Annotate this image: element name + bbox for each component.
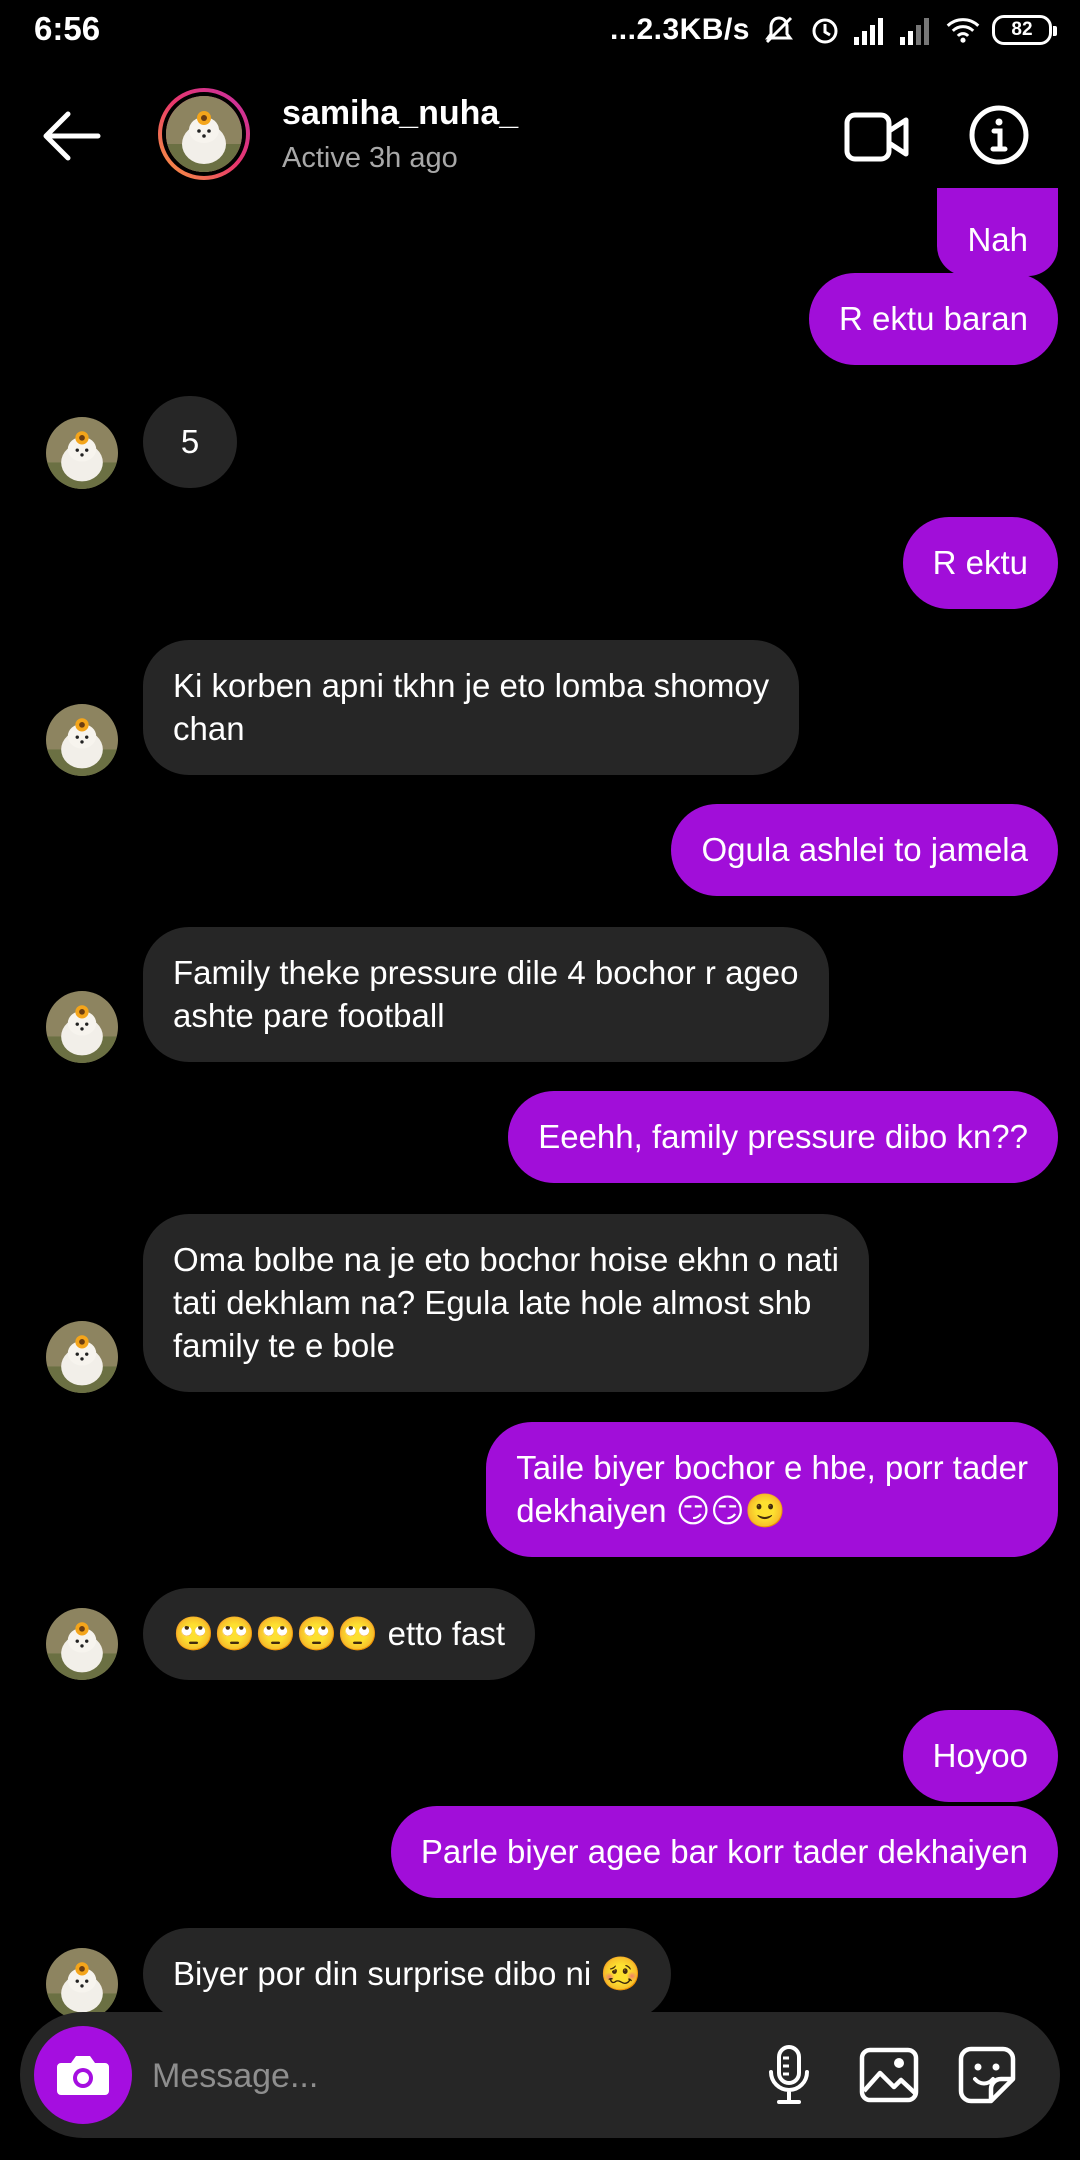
chat-header: samiha_nuha_ Active 3h ago	[0, 62, 1080, 210]
wifi-icon	[946, 13, 980, 47]
message-outgoing[interactable]: R ektu baran	[809, 273, 1058, 365]
camera-button[interactable]	[34, 2026, 132, 2124]
message-outgoing[interactable]: Parle biyer agee bar korr tader dekhaiye…	[390, 1806, 1058, 1898]
message-thread[interactable]: Nah R ektu baran 5 R ektu Ki korben apni…	[0, 188, 1080, 2020]
gallery-icon	[859, 2047, 919, 2103]
avatar[interactable]	[46, 704, 118, 776]
message-incoming[interactable]: Biyer por din surprise dibo ni 🥴	[143, 1928, 672, 2020]
dog-photo	[46, 1608, 118, 1680]
battery-icon: 82	[992, 15, 1057, 45]
video-call-icon	[844, 112, 909, 162]
avatar[interactable]	[158, 88, 250, 180]
camera-icon	[57, 2056, 109, 2095]
status-bar: 6:56 ...2.3KB/s 82	[0, 0, 1080, 62]
avatar[interactable]	[46, 1608, 118, 1680]
message-outgoing[interactable]: Ogula ashlei to jamela	[671, 804, 1058, 896]
signal-icon	[854, 13, 888, 47]
alarm-icon	[808, 13, 842, 47]
sticker-icon	[958, 2046, 1016, 2104]
message-incoming[interactable]: Oma bolbe na je eto bochor hoise ekhn o …	[143, 1214, 869, 1392]
message-outgoing[interactable]: Taile biyer bochor e hbe, porr tader dek…	[486, 1422, 1058, 1557]
info-icon	[969, 105, 1029, 165]
message-outgoing[interactable]: Eeehh, family pressure dibo kn??	[508, 1091, 1058, 1183]
mute-icon	[762, 13, 796, 47]
sticker-button[interactable]	[954, 2042, 1020, 2108]
signal-icon	[900, 13, 934, 47]
avatar[interactable]	[46, 1321, 118, 1393]
status-time: 6:56	[34, 10, 101, 47]
status-icons: ...2.3KB/s 82	[609, 8, 1057, 52]
back-button[interactable]	[36, 106, 106, 166]
network-speed: ...2.3KB/s	[609, 13, 750, 46]
microphone-button[interactable]	[756, 2042, 822, 2108]
back-arrow-icon	[43, 111, 101, 161]
video-call-button[interactable]	[844, 110, 910, 164]
avatar[interactable]	[46, 417, 118, 489]
info-button[interactable]	[968, 104, 1030, 166]
dog-photo	[46, 704, 118, 776]
dog-photo	[46, 1948, 118, 2020]
dog-photo	[166, 96, 242, 172]
message-incoming[interactable]: 🙄🙄🙄🙄🙄 etto fast	[143, 1588, 536, 1680]
chat-username[interactable]: samiha_nuha_	[282, 94, 518, 133]
gallery-button[interactable]	[856, 2042, 922, 2108]
message-outgoing[interactable]: R ektu	[902, 517, 1058, 609]
message-incoming[interactable]: Family theke pressure dile 4 bochor r ag…	[143, 927, 829, 1062]
microphone-icon	[769, 2045, 809, 2104]
dog-photo	[46, 991, 118, 1063]
dog-photo	[46, 1321, 118, 1393]
dog-photo	[46, 417, 118, 489]
avatar[interactable]	[46, 1948, 118, 2020]
message-input[interactable]	[150, 2042, 734, 2110]
message-outgoing[interactable]: Hoyoo	[902, 1710, 1058, 1802]
avatar[interactable]	[46, 991, 118, 1063]
message-incoming[interactable]: Ki korben apni tkhn je eto lomba shomoy …	[143, 640, 800, 775]
message-composer	[20, 2012, 1060, 2138]
active-status: Active 3h ago	[282, 142, 458, 174]
message-outgoing[interactable]: Nah	[937, 188, 1058, 276]
message-incoming[interactable]: 5	[143, 396, 237, 488]
